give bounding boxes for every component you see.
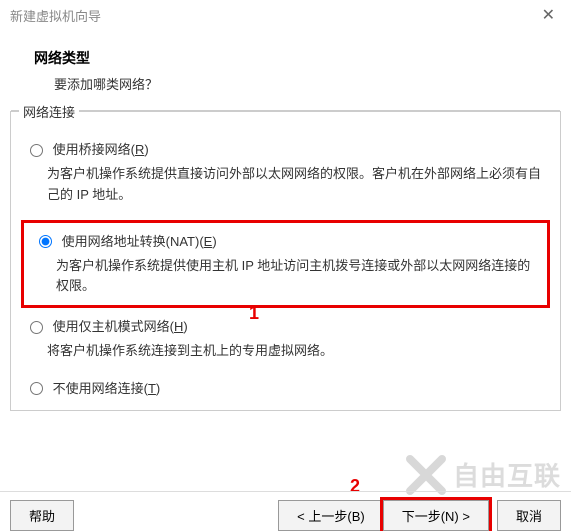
radio-bridged-label: 使用桥接网络(R): [53, 142, 149, 157]
next-button[interactable]: 下一步(N) >: [383, 500, 489, 531]
radio-hostonly[interactable]: [30, 321, 43, 334]
page-title: 网络类型: [34, 48, 541, 68]
cancel-button[interactable]: 取消: [497, 500, 561, 531]
radio-bridged-desc: 为客户机操作系统提供直接访问外部以太网网络的权限。客户机在外部网络上必须有自己的…: [47, 164, 550, 206]
radio-none-label: 不使用网络连接(T): [53, 381, 161, 396]
radio-option-hostonly[interactable]: 使用仅主机模式网络(H): [21, 314, 550, 337]
wizard-footer: 帮助 < 上一步(B) 下一步(N) > 取消: [0, 491, 571, 531]
radio-bridged[interactable]: [30, 144, 43, 157]
radio-nat[interactable]: [39, 235, 52, 248]
close-icon[interactable]: ✕: [536, 5, 561, 25]
radio-none[interactable]: [30, 382, 43, 395]
wizard-header: 网络类型 要添加哪类网络？: [0, 30, 571, 111]
help-button[interactable]: 帮助: [10, 500, 74, 531]
radio-hostonly-label: 使用仅主机模式网络(H): [53, 319, 188, 334]
back-button[interactable]: < 上一步(B): [278, 500, 384, 531]
radio-option-bridged[interactable]: 使用桥接网络(R): [21, 137, 550, 160]
radio-option-nat[interactable]: 使用网络地址转换(NAT)(E): [30, 229, 541, 252]
group-legend: 网络连接: [19, 102, 79, 121]
nav-button-group: < 上一步(B) 下一步(N) >: [279, 500, 489, 531]
radio-option-none[interactable]: 不使用网络连接(T): [21, 376, 550, 399]
window-title: 新建虚拟机向导: [10, 6, 101, 25]
annotation-1: 1: [249, 303, 259, 324]
watermark-x-icon: [406, 455, 446, 495]
radio-nat-label: 使用网络地址转换(NAT)(E): [62, 234, 217, 249]
radio-hostonly-desc: 将客户机操作系统连接到主机上的专用虚拟网络。: [47, 341, 550, 362]
network-connection-group: 网络连接 使用桥接网络(R) 为客户机操作系统提供直接访问外部以太网网络的权限。…: [10, 111, 561, 411]
titlebar: 新建虚拟机向导 ✕: [0, 0, 571, 30]
radio-nat-desc: 为客户机操作系统提供使用主机 IP 地址访问主机拨号连接或外部以太网网络连接的权…: [56, 256, 541, 298]
highlight-box-nat: 使用网络地址转换(NAT)(E) 为客户机操作系统提供使用主机 IP 地址访问主…: [21, 220, 550, 309]
page-subtitle: 要添加哪类网络？: [34, 74, 541, 93]
watermark-text: 自由互联: [453, 456, 561, 493]
